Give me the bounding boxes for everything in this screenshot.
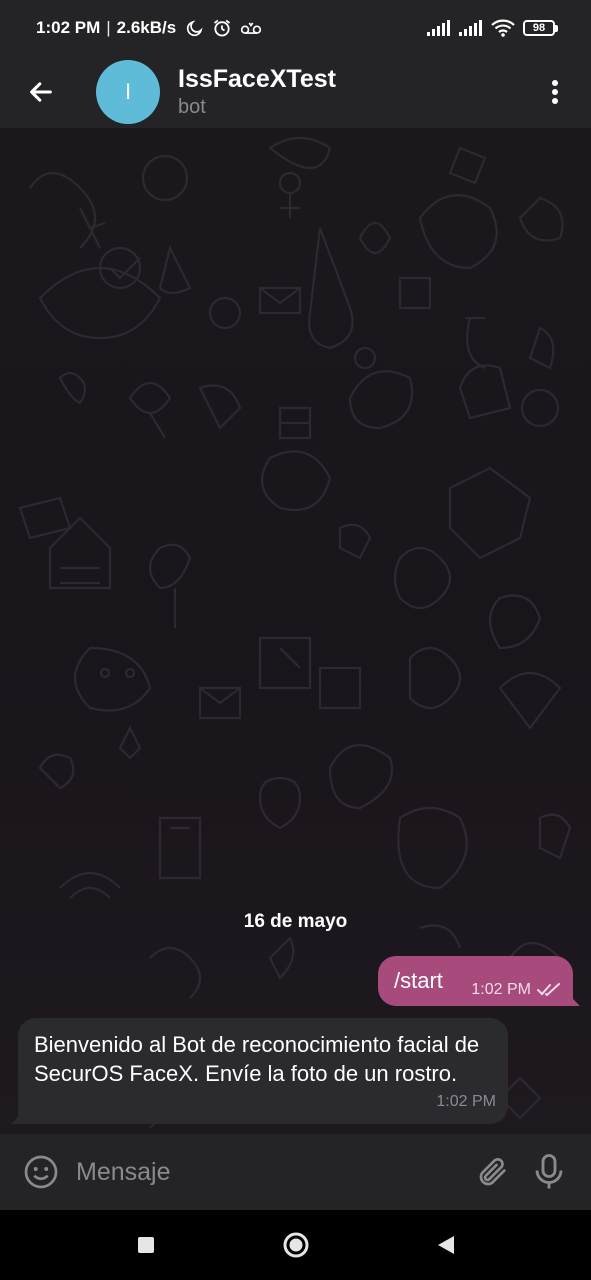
avatar[interactable]: I bbox=[96, 60, 160, 124]
message-time: 1:02 PM bbox=[436, 1093, 496, 1110]
home-button[interactable] bbox=[271, 1220, 321, 1270]
message-meta: 1:02 PM bbox=[471, 981, 561, 999]
recent-apps-icon bbox=[137, 1237, 154, 1253]
status-time: 1:02 PM bbox=[36, 18, 101, 37]
status-icons-left bbox=[186, 18, 262, 38]
outgoing-message[interactable]: /start 1:02 PM bbox=[378, 956, 580, 1006]
chat-title-block[interactable]: IssFaceXTest bot bbox=[178, 64, 336, 120]
alarm-icon bbox=[214, 19, 231, 37]
chat-subtitle: bot bbox=[178, 96, 206, 118]
message-text: Bienvenido al Bot de reconocimiento faci… bbox=[34, 1032, 480, 1086]
back-triangle-icon bbox=[437, 1236, 454, 1254]
battery-level: 98 bbox=[532, 22, 546, 34]
status-bar: 1:02 PM | 2.6kB/s 98 bbox=[0, 0, 591, 56]
incoming-message[interactable]: Bienvenido al Bot de reconocimiento faci… bbox=[11, 1018, 508, 1124]
message-input[interactable] bbox=[68, 1147, 465, 1197]
emoji-button[interactable] bbox=[14, 1145, 68, 1199]
arrow-left-icon bbox=[30, 82, 52, 102]
back-button[interactable] bbox=[0, 56, 82, 128]
date-separator: 16 de mayo bbox=[243, 911, 348, 932]
microphone-icon bbox=[535, 1154, 563, 1189]
more-vertical-icon bbox=[552, 80, 558, 104]
chat-area[interactable]: 16 de mayo /start 1:02 PM Bienvenido al … bbox=[0, 128, 591, 1134]
attach-button[interactable] bbox=[465, 1144, 521, 1200]
double-check-icon bbox=[537, 983, 560, 997]
wifi-icon bbox=[491, 19, 515, 37]
signal-icon bbox=[427, 20, 450, 36]
message-time: 1:02 PM bbox=[471, 981, 531, 998]
system-back-button[interactable] bbox=[421, 1220, 471, 1270]
message-text: /start bbox=[394, 968, 443, 993]
message-composer bbox=[0, 1134, 591, 1210]
battery-icon: 98 bbox=[523, 20, 558, 36]
chat-title: IssFaceXTest bbox=[178, 65, 336, 93]
recent-apps-button[interactable] bbox=[121, 1220, 171, 1270]
home-icon bbox=[283, 1232, 308, 1258]
status-network-speed: 2.6kB/s bbox=[116, 18, 177, 37]
paperclip-icon bbox=[479, 1157, 506, 1186]
chat-header: I IssFaceXTest bot bbox=[0, 56, 591, 128]
status-right: 98 bbox=[427, 19, 558, 37]
status-left: 1:02 PM | 2.6kB/s bbox=[36, 18, 262, 38]
smile-icon bbox=[24, 1155, 58, 1189]
system-nav-bar bbox=[0, 1210, 591, 1280]
voicemail-icon bbox=[241, 22, 262, 34]
moon-icon bbox=[187, 20, 203, 37]
avatar-letter: I bbox=[124, 79, 132, 104]
microphone-button[interactable] bbox=[521, 1144, 577, 1200]
more-options-button[interactable] bbox=[519, 56, 591, 128]
signal-icon bbox=[459, 20, 482, 36]
telegram-chat-screen: 1:02 PM | 2.6kB/s 98 I IssFaceXTest bot bbox=[0, 0, 591, 1280]
status-separator: | bbox=[106, 18, 111, 37]
